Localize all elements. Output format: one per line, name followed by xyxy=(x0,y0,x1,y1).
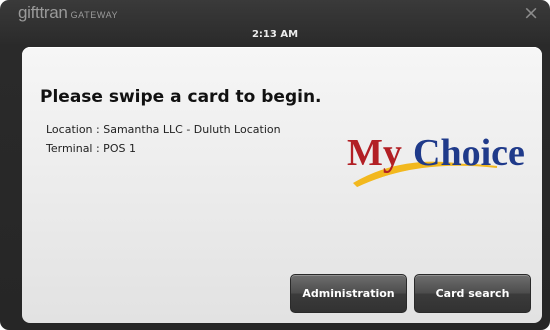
brand-name: gifttran xyxy=(18,3,68,22)
swipe-prompt: Please swipe a card to begin. xyxy=(40,87,322,107)
brand-logo: gifttran GATEWAY xyxy=(18,3,118,23)
brand-subtitle: GATEWAY xyxy=(70,10,119,20)
logo-text-my: My xyxy=(347,132,402,174)
administration-button[interactable]: Administration xyxy=(290,274,407,313)
card-search-button[interactable]: Card search xyxy=(414,274,531,313)
location-text: Location : Samantha LLC - Duluth Locatio… xyxy=(46,123,281,136)
main-panel: Please swipe a card to begin. Location :… xyxy=(22,47,542,323)
mychoice-logo: My Choice xyxy=(347,127,537,197)
close-icon[interactable]: × xyxy=(523,4,539,23)
clock: 2:13 AM xyxy=(251,29,299,40)
terminal-text: Terminal : POS 1 xyxy=(46,142,136,155)
logo-text-choice: Choice xyxy=(413,132,525,174)
app-window: gifttran GATEWAY × 2:13 AM Please swipe a… xyxy=(0,0,550,330)
